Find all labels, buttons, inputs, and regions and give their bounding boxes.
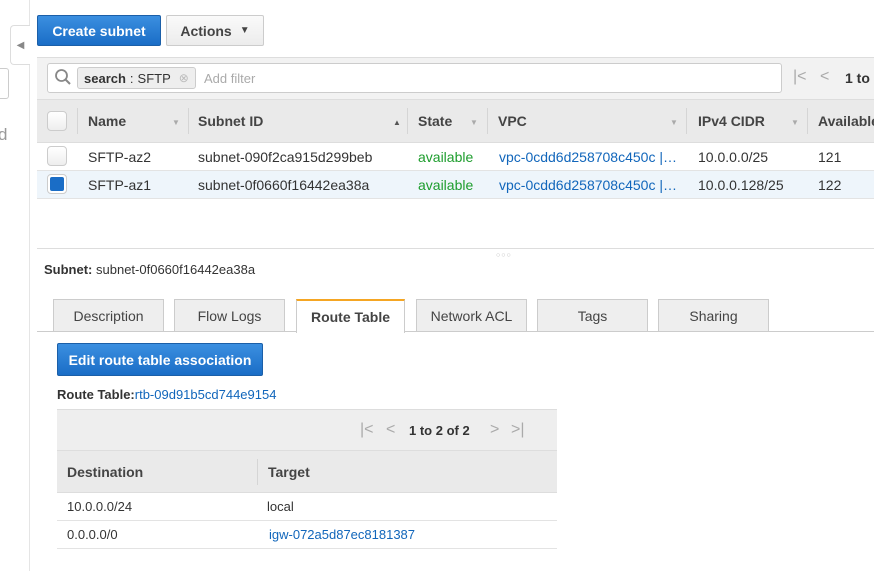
actions-label: Actions	[180, 22, 232, 39]
sort-icon[interactable]: ▼	[172, 118, 180, 127]
cell-target-link[interactable]: igw-072a5d87ec8181387	[269, 527, 415, 542]
route-table-header: Destination Target	[57, 451, 557, 493]
filter-input[interactable]: search: SFTP ⊗ Add filter	[47, 63, 782, 93]
row-checkbox[interactable]	[47, 174, 67, 194]
subnet-value: subnet-0f0660f16442ea38a	[96, 262, 256, 277]
sort-icon[interactable]: ▼	[670, 118, 678, 127]
remove-filter-icon[interactable]: ⊗	[179, 71, 189, 85]
route-row: 0.0.0.0/0 igw-072a5d87ec8181387	[57, 521, 557, 549]
first-page-icon[interactable]: |<	[793, 68, 807, 86]
pane-splitter[interactable]	[37, 248, 874, 249]
cell-state: available	[418, 177, 474, 193]
route-row: 10.0.0.0/24 local	[57, 493, 557, 521]
cell-available: 121	[818, 149, 842, 165]
tab-tags[interactable]: Tags	[537, 299, 648, 332]
cell-target: local	[267, 499, 294, 514]
route-pagination-bar: |< < 1 to 2 of 2 > >|	[57, 409, 557, 451]
cell-vpc-link[interactable]: vpc-0cdd6d258708c450c |…	[499, 149, 677, 165]
column-header-vpc[interactable]: VPC	[498, 113, 527, 129]
column-header-name[interactable]: Name	[88, 113, 126, 129]
filter-placeholder: Add filter	[204, 71, 256, 86]
filter-tag-key: search	[84, 70, 126, 86]
pagination-text: 1 to	[845, 70, 870, 86]
cell-name: SFTP-az2	[88, 149, 152, 165]
cell-subnet-id: subnet-090f2ca915d299beb	[198, 149, 373, 165]
actions-dropdown[interactable]: Actions ▼	[166, 15, 264, 46]
cell-vpc-link[interactable]: vpc-0cdd6d258708c450c |…	[499, 177, 677, 193]
column-header-available[interactable]: Available	[818, 113, 874, 129]
route-pagination-text: 1 to 2 of 2	[409, 423, 470, 438]
column-header-destination: Destination	[67, 464, 144, 480]
column-separator	[807, 108, 808, 134]
cell-name: SFTP-az1	[88, 177, 152, 193]
tab-flow-logs[interactable]: Flow Logs	[174, 299, 285, 332]
table-row[interactable]: SFTP-az2 subnet-090f2ca915d299beb availa…	[37, 143, 874, 171]
cell-cidr: 10.0.0.0/25	[698, 149, 769, 165]
select-all-checkbox[interactable]	[47, 111, 67, 131]
column-header-state[interactable]: State	[418, 113, 452, 129]
sort-icon[interactable]: ▼	[791, 118, 799, 127]
sort-ascending-icon[interactable]: ▲	[393, 118, 401, 127]
column-separator	[77, 108, 78, 134]
subnet-detail-title: Subnet: subnet-0f0660f16442ea38a	[44, 262, 255, 277]
drag-handle-icon[interactable]: ○○○	[496, 252, 512, 259]
column-separator	[407, 108, 408, 134]
filter-tag-value: SFTP	[137, 70, 171, 86]
cell-cidr: 10.0.0.128/25	[698, 177, 784, 193]
route-table-label: Route Table:	[57, 387, 135, 402]
create-subnet-button[interactable]: Create subnet	[37, 15, 161, 46]
tab-sharing[interactable]: Sharing	[658, 299, 769, 332]
route-table-info: Route Table:rtb-09d91b5cd744e9154	[57, 387, 276, 402]
sidebar-collapse-button[interactable]: ◀	[10, 25, 30, 65]
search-icon	[54, 68, 72, 89]
tab-description[interactable]: Description	[53, 299, 164, 332]
column-header-ipv4-cidr[interactable]: IPv4 CIDR	[698, 113, 765, 129]
cell-subnet-id: subnet-0f0660f16442ea38a	[198, 177, 370, 193]
first-page-icon[interactable]: |<	[360, 421, 374, 439]
last-page-icon[interactable]: >|	[511, 421, 525, 439]
filter-tag-colon: :	[129, 70, 134, 86]
row-checkbox[interactable]	[47, 146, 67, 166]
column-separator	[686, 108, 687, 134]
cell-destination: 10.0.0.0/24	[67, 499, 133, 514]
tab-network-acl[interactable]: Network ACL	[416, 299, 527, 332]
prev-page-icon[interactable]: <	[820, 68, 829, 86]
cell-available: 122	[818, 177, 842, 193]
cell-destination: 0.0.0.0/0	[67, 527, 118, 542]
column-separator	[487, 108, 488, 134]
table-header: Name ▼ Subnet ID ▲ State ▼ VPC ▼ IPv4 CI…	[37, 99, 874, 143]
route-table-link[interactable]: rtb-09d91b5cd744e9154	[135, 387, 277, 402]
subnet-label: Subnet:	[44, 262, 93, 277]
filter-tag[interactable]: search: SFTP ⊗	[77, 67, 196, 89]
tab-route-table[interactable]: Route Table	[296, 299, 405, 333]
sidebar-input-fragment[interactable]	[0, 68, 9, 99]
column-header-target: Target	[268, 464, 310, 480]
column-separator	[188, 108, 189, 134]
edit-route-table-association-button[interactable]: Edit route table association	[57, 343, 263, 376]
column-separator	[257, 459, 258, 485]
chevron-down-icon: ▼	[239, 25, 250, 36]
sidebar-text-fragment: d	[0, 125, 8, 144]
column-header-subnet-id[interactable]: Subnet ID	[198, 113, 263, 129]
tabs-baseline	[37, 331, 874, 332]
table-row-selected[interactable]: SFTP-az1 subnet-0f0660f16442ea38a availa…	[37, 171, 874, 199]
prev-page-icon[interactable]: <	[386, 421, 395, 439]
sort-icon[interactable]: ▼	[470, 118, 478, 127]
cell-state: available	[418, 149, 474, 165]
next-page-icon[interactable]: >	[490, 421, 499, 439]
